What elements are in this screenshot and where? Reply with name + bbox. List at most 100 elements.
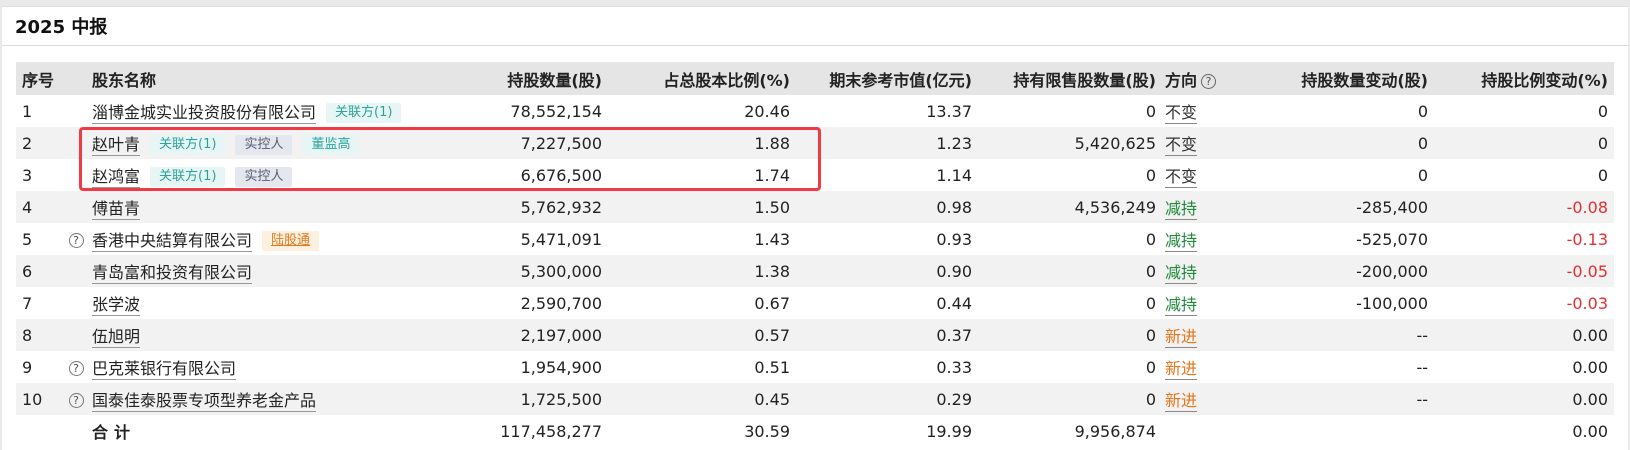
market-value-cell: 0.90: [796, 255, 978, 287]
market-value-cell: 1.23: [796, 127, 978, 159]
direction-link[interactable]: 减持: [1165, 263, 1198, 284]
restricted-cell: 0: [978, 287, 1162, 319]
shareholder-name-link[interactable]: 青岛富和投资有限公司: [92, 263, 253, 284]
shareholder-name-cell: 淄博金城实业投资股份有限公司 关联方(1): [92, 95, 436, 127]
total-help-cell: [60, 415, 92, 447]
table-row: 7 张学波 2,590,700 0.67 0.44 0 减持 -100,000 -0.03: [16, 287, 1614, 319]
direction-link[interactable]: 减持: [1165, 199, 1198, 220]
related-party-tag[interactable]: 关联方(1): [150, 135, 226, 156]
row-help-cell: [60, 255, 92, 287]
direction-link[interactable]: 不变: [1165, 167, 1198, 188]
direction-link[interactable]: 减持: [1165, 231, 1198, 252]
total-restricted: 9,956,874: [978, 415, 1162, 447]
shares-cell: 1,954,900: [436, 351, 608, 383]
direction-help-icon[interactable]: ?: [1201, 73, 1217, 89]
ratio-cell: 1.74: [608, 159, 796, 191]
related-party-tag[interactable]: 关联方(1): [150, 167, 226, 188]
director-tag[interactable]: 董监高: [302, 135, 360, 156]
shares-cell: 7,227,500: [436, 127, 608, 159]
help-icon[interactable]: ?: [68, 360, 84, 376]
total-index-cell: [16, 415, 60, 447]
shareholder-name-link[interactable]: 国泰佳泰股票专项型养老金产品: [92, 391, 317, 412]
shareholder-name-link[interactable]: 傅苗青: [92, 199, 141, 220]
direction-cell: 减持: [1162, 223, 1248, 255]
row-index: 7: [16, 287, 60, 319]
ratio-cell: 1.43: [608, 223, 796, 255]
market-value-cell: 0.33: [796, 351, 978, 383]
row-help-cell: [60, 319, 92, 351]
market-value-cell: 0.93: [796, 223, 978, 255]
shares-change-cell: --: [1248, 319, 1434, 351]
shares-change-cell: 0: [1248, 127, 1434, 159]
row-index: 9: [16, 351, 60, 383]
row-index: 4: [16, 191, 60, 223]
shareholder-name-cell: 香港中央結算有限公司 陆股通: [92, 223, 436, 255]
shareholder-name-cell: 伍旭明: [92, 319, 436, 351]
ratio-cell: 0.45: [608, 383, 796, 415]
shareholder-name-link[interactable]: 香港中央結算有限公司: [92, 230, 253, 252]
row-help-cell: ?: [60, 383, 92, 415]
shareholder-name-link[interactable]: 伍旭明: [92, 327, 141, 348]
shares-cell: 2,197,000: [436, 319, 608, 351]
ratio-change-cell: 0: [1434, 127, 1614, 159]
col-header-shares-change[interactable]: 持股数量变动(股): [1248, 62, 1434, 95]
ratio-change-cell: -0.13: [1434, 223, 1614, 255]
table-row: 5? 香港中央結算有限公司 陆股通 5,471,091 1.43 0.93 0 减持 -525,…: [16, 223, 1614, 255]
direction-link[interactable]: 不变: [1165, 135, 1198, 156]
ratio-change-cell: 0.00: [1434, 383, 1614, 415]
direction-link[interactable]: 新进: [1165, 327, 1198, 348]
shareholder-name-link[interactable]: 淄博金城实业投资股份有限公司: [92, 102, 317, 124]
shareholder-name-link[interactable]: 赵叶青: [92, 134, 141, 156]
restricted-cell: 0: [978, 383, 1162, 415]
related-party-tag[interactable]: 关联方(1): [326, 103, 402, 124]
shareholder-name-link[interactable]: 赵鸿富: [92, 166, 141, 188]
stock-connect-tag[interactable]: 陆股通: [262, 231, 320, 252]
direction-link[interactable]: 新进: [1165, 391, 1198, 412]
table-row: 4 傅苗青 5,762,932 1.50 0.98 4,536,249 减持 -285,400…: [16, 191, 1614, 223]
direction-link[interactable]: 减持: [1165, 295, 1198, 316]
total-shares-change-cell: [1248, 415, 1434, 447]
controller-tag[interactable]: 实控人: [235, 135, 293, 156]
ratio-cell: 1.38: [608, 255, 796, 287]
ratio-cell: 0.51: [608, 351, 796, 383]
row-index: 10: [16, 383, 60, 415]
direction-link[interactable]: 不变: [1165, 103, 1198, 124]
col-header-ratio[interactable]: 占总股本比例(%): [608, 62, 796, 95]
market-value-cell: 0.44: [796, 287, 978, 319]
direction-cell: 新进: [1162, 319, 1248, 351]
col-header-restricted[interactable]: 持有限售股数量(股): [978, 62, 1162, 95]
ratio-change-cell: -0.08: [1434, 191, 1614, 223]
restricted-cell: 0: [978, 159, 1162, 191]
restricted-cell: 0: [978, 95, 1162, 127]
shares-cell: 5,471,091: [436, 223, 608, 255]
col-header-index: 序号: [16, 62, 60, 95]
col-header-market-value[interactable]: 期末参考市值(亿元): [796, 62, 978, 95]
help-icon[interactable]: ?: [68, 232, 84, 248]
total-ratio-change: 0.00: [1434, 415, 1614, 447]
shares-cell: 2,590,700: [436, 287, 608, 319]
restricted-cell: 0: [978, 255, 1162, 287]
row-help-cell: [60, 127, 92, 159]
direction-cell: 减持: [1162, 287, 1248, 319]
restricted-cell: 4,536,249: [978, 191, 1162, 223]
shareholder-name-link[interactable]: 张学波: [92, 295, 141, 316]
col-header-shares[interactable]: 持股数量(股): [436, 62, 608, 95]
shareholder-name-link[interactable]: 巴克莱银行有限公司: [92, 359, 237, 380]
col-header-ratio-change[interactable]: 持股比例变动(%): [1434, 62, 1614, 95]
direction-cell: 新进: [1162, 351, 1248, 383]
shares-cell: 5,762,932: [436, 191, 608, 223]
row-index: 2: [16, 127, 60, 159]
controller-tag[interactable]: 实控人: [235, 167, 293, 188]
ratio-change-cell: 0: [1434, 159, 1614, 191]
shares-change-cell: --: [1248, 351, 1434, 383]
direction-cell: 不变: [1162, 127, 1248, 159]
ratio-cell: 0.67: [608, 287, 796, 319]
restricted-cell: 0: [978, 351, 1162, 383]
panel-header: 2025 中报: [2, 7, 1628, 46]
total-direction-cell: [1162, 415, 1248, 447]
direction-link[interactable]: 新进: [1165, 359, 1198, 380]
help-icon[interactable]: ?: [68, 392, 84, 408]
row-index: 6: [16, 255, 60, 287]
table-row: 8 伍旭明 2,197,000 0.57 0.37 0 新进 -- 0.00: [16, 319, 1614, 351]
shareholder-name-cell: 傅苗青: [92, 191, 436, 223]
